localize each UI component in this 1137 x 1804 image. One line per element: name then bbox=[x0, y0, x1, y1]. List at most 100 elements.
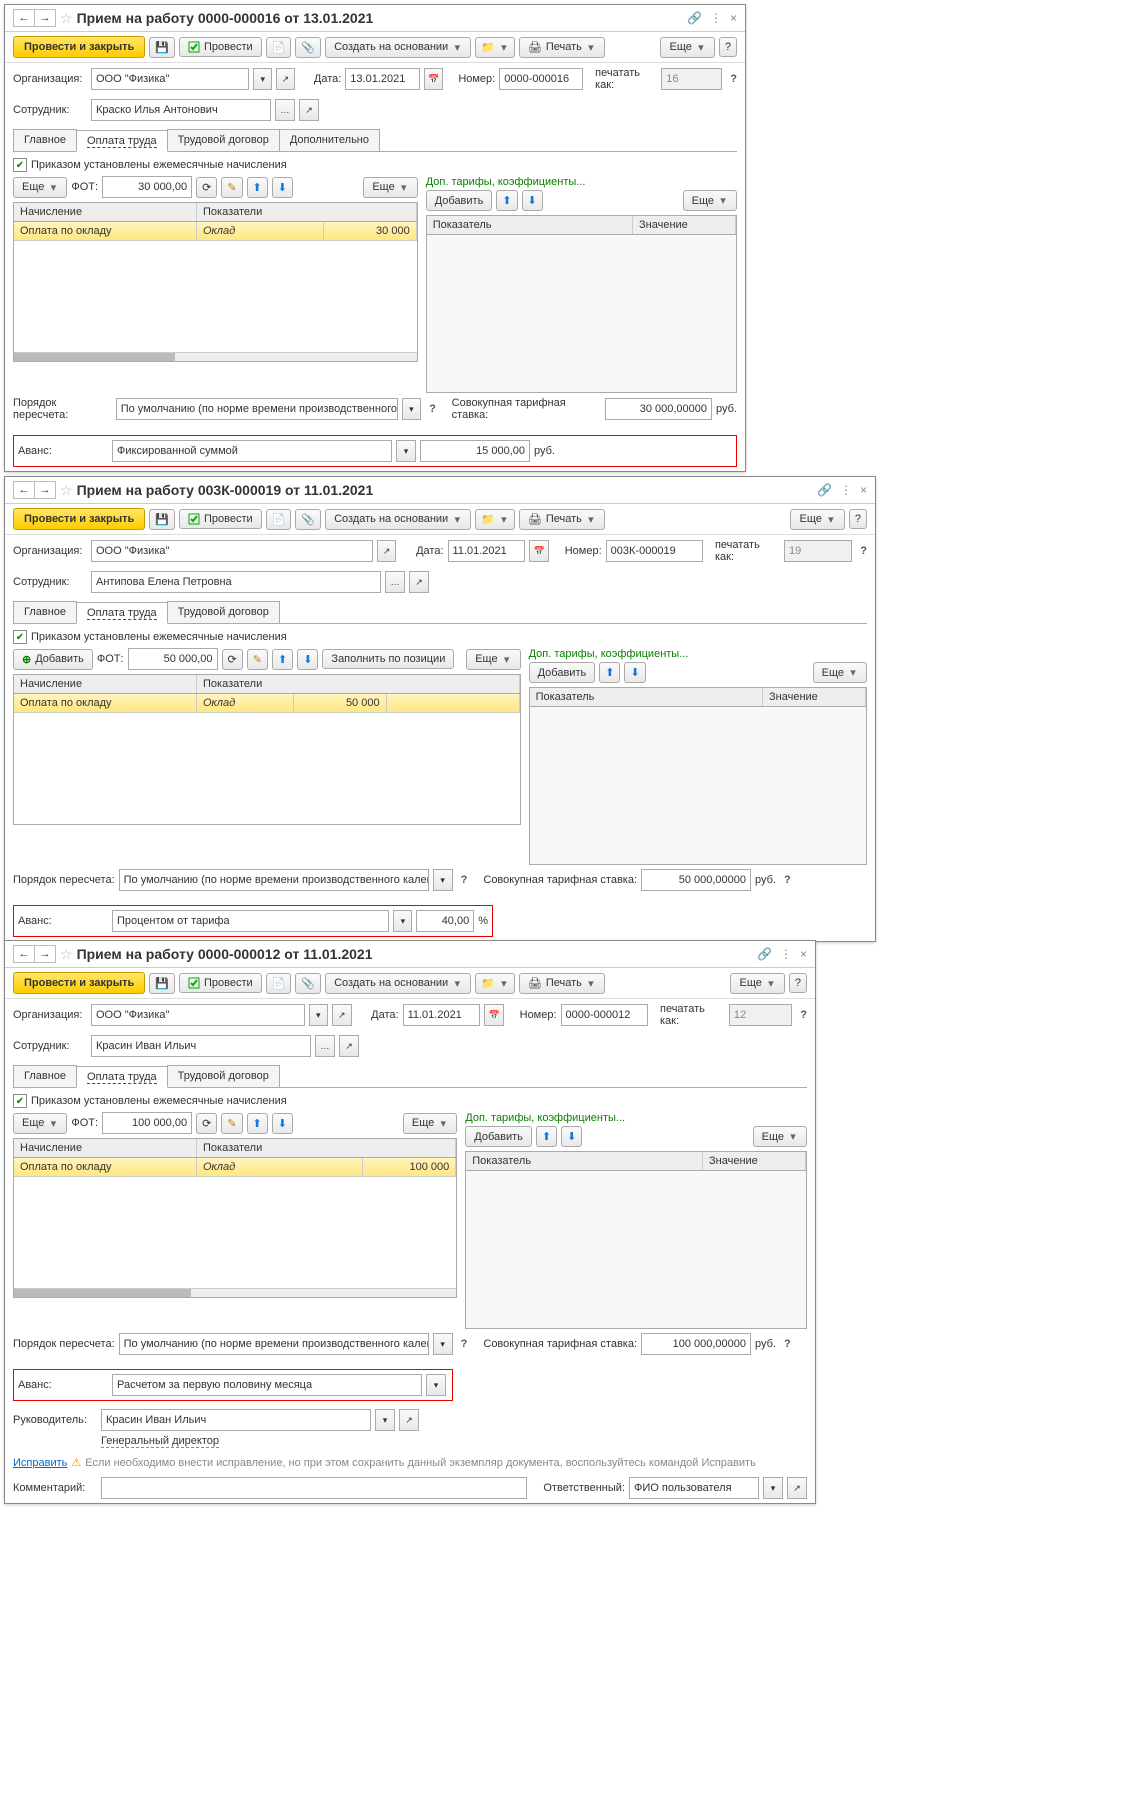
open-icon[interactable]: ↗ bbox=[299, 99, 319, 121]
dop-tarif-link[interactable]: Доп. тарифы, коэффициенты... bbox=[426, 176, 586, 188]
more-button[interactable]: Еще▾ bbox=[466, 649, 520, 670]
up-button[interactable]: ⬆ bbox=[599, 662, 620, 683]
print-button[interactable]: 🖨 Печать▾ bbox=[519, 37, 605, 58]
folder-button[interactable]: 📁▾ bbox=[475, 509, 515, 530]
number-input[interactable]: 0000-000016 bbox=[499, 68, 583, 90]
open-icon[interactable]: ↗ bbox=[339, 1035, 359, 1057]
more-button[interactable]: Еще▾ bbox=[660, 37, 714, 58]
edit-button[interactable]: ✎ bbox=[221, 1113, 242, 1134]
create-based-button[interactable]: Создать на основании▾ bbox=[325, 973, 471, 994]
date-input[interactable]: 13.01.2021 bbox=[345, 68, 420, 90]
help-icon[interactable]: ? bbox=[860, 545, 867, 557]
down-button[interactable]: ⬇ bbox=[561, 1126, 582, 1147]
table-row[interactable]: Оплата по окладу Оклад 30 000 bbox=[14, 222, 417, 241]
tab-pay[interactable]: Оплата труда bbox=[76, 602, 168, 624]
star-icon[interactable]: ☆ bbox=[60, 10, 73, 27]
table-row[interactable]: Оплата по окладу Оклад 50 000 bbox=[14, 694, 520, 713]
dropdown-icon[interactable]: ▾ bbox=[396, 440, 416, 462]
recalc-input[interactable]: По умолчанию (по норме времени производс… bbox=[116, 398, 398, 420]
org-input[interactable]: ООО "Физика" bbox=[91, 540, 373, 562]
post-close-button[interactable]: Провести и закрыть bbox=[13, 36, 145, 58]
doc-button[interactable]: 📄 bbox=[266, 509, 292, 530]
org-input[interactable]: ООО "Физика" bbox=[91, 68, 249, 90]
calendar-icon[interactable]: 📅 bbox=[484, 1004, 503, 1026]
star-icon[interactable]: ☆ bbox=[60, 482, 73, 499]
up-button[interactable]: ⬆ bbox=[496, 190, 517, 211]
save-button[interactable]: 💾 bbox=[149, 509, 175, 530]
ellipsis-icon[interactable]: … bbox=[275, 99, 295, 121]
dropdown-icon[interactable]: ▾ bbox=[763, 1477, 783, 1499]
more-button[interactable]: Еще▾ bbox=[753, 1126, 807, 1147]
help-button[interactable]: ? bbox=[849, 509, 867, 529]
calendar-icon[interactable]: 📅 bbox=[424, 68, 443, 90]
down-button[interactable]: ⬇ bbox=[522, 190, 543, 211]
edit-button[interactable]: ✎ bbox=[247, 649, 268, 670]
add-button[interactable]: ⊕ Добавить bbox=[13, 649, 93, 670]
scrollbar[interactable] bbox=[14, 1288, 456, 1297]
help-icon[interactable]: ? bbox=[461, 1338, 468, 1350]
tab-extra[interactable]: Дополнительно bbox=[279, 129, 380, 151]
save-button[interactable]: 💾 bbox=[149, 37, 175, 58]
emp-input[interactable]: Красин Иван Ильич bbox=[91, 1035, 311, 1057]
refresh-button[interactable]: ⟳ bbox=[196, 177, 217, 198]
dropdown-icon[interactable]: ▾ bbox=[253, 68, 272, 90]
dropdown-icon[interactable]: ▾ bbox=[402, 398, 421, 420]
comment-input[interactable] bbox=[101, 1477, 527, 1499]
tab-main[interactable]: Главное bbox=[13, 129, 77, 151]
down-button[interactable]: ⬇ bbox=[297, 649, 318, 670]
fot-input[interactable]: 30 000,00 bbox=[102, 176, 192, 198]
advance-type-input[interactable]: Фиксированной суммой bbox=[112, 440, 392, 462]
manager-input[interactable]: Красин Иван Ильич bbox=[101, 1409, 371, 1431]
post-close-button[interactable]: Провести и закрыть bbox=[13, 972, 145, 994]
manager-title-link[interactable]: Генеральный директор bbox=[101, 1435, 219, 1448]
add-button[interactable]: Добавить bbox=[465, 1126, 532, 1147]
open-icon[interactable]: ↗ bbox=[409, 571, 429, 593]
dropdown-icon[interactable]: ▾ bbox=[375, 1409, 395, 1431]
open-icon[interactable]: ↗ bbox=[332, 1004, 351, 1026]
menu-icon[interactable]: ⋮ bbox=[710, 11, 722, 25]
monthly-checkbox[interactable]: ✔Приказом установлены ежемесячные начисл… bbox=[13, 158, 287, 172]
menu-icon[interactable]: ⋮ bbox=[780, 947, 792, 961]
ellipsis-icon[interactable]: … bbox=[315, 1035, 335, 1057]
open-icon[interactable]: ↗ bbox=[399, 1409, 419, 1431]
fot-input[interactable]: 100 000,00 bbox=[102, 1112, 192, 1134]
advance-type-input[interactable]: Расчетом за первую половину месяца bbox=[112, 1374, 422, 1396]
emp-input[interactable]: Краско Илья Антонович bbox=[91, 99, 271, 121]
post-button[interactable]: Провести bbox=[179, 37, 262, 57]
number-input[interactable]: 003К-000019 bbox=[606, 540, 703, 562]
tab-pay[interactable]: Оплата труда bbox=[76, 130, 168, 152]
tab-pay[interactable]: Оплата труда bbox=[76, 1066, 168, 1088]
more-button[interactable]: Еще▾ bbox=[813, 662, 867, 683]
cumul-input[interactable]: 100 000,00000 bbox=[641, 1333, 751, 1355]
forward-button[interactable]: → bbox=[34, 481, 56, 499]
up-button[interactable]: ⬆ bbox=[247, 1113, 268, 1134]
advance-value-input[interactable]: 15 000,00 bbox=[420, 440, 530, 462]
dropdown-icon[interactable]: ▾ bbox=[309, 1004, 328, 1026]
up-button[interactable]: ⬆ bbox=[272, 649, 293, 670]
attach-button[interactable]: 📎 bbox=[295, 509, 321, 530]
down-button[interactable]: ⬇ bbox=[624, 662, 645, 683]
close-icon[interactable]: × bbox=[860, 483, 867, 497]
dop-tarif-link[interactable]: Доп. тарифы, коэффициенты... bbox=[529, 648, 689, 660]
link-icon[interactable]: 🔗 bbox=[687, 11, 702, 25]
print-button[interactable]: 🖨 Печать▾ bbox=[519, 973, 605, 994]
more-button[interactable]: Еще▾ bbox=[13, 1113, 67, 1134]
forward-button[interactable]: → bbox=[34, 9, 56, 27]
up-button[interactable]: ⬆ bbox=[536, 1126, 557, 1147]
create-based-button[interactable]: Создать на основании▾ bbox=[325, 37, 471, 58]
dropdown-icon[interactable]: ▾ bbox=[426, 1374, 446, 1396]
number-input[interactable]: 0000-000012 bbox=[561, 1004, 649, 1026]
up-button[interactable]: ⬆ bbox=[247, 177, 268, 198]
dropdown-icon[interactable]: ▾ bbox=[433, 1333, 453, 1355]
ellipsis-icon[interactable]: … bbox=[385, 571, 405, 593]
folder-button[interactable]: 📁▾ bbox=[475, 37, 515, 58]
cumul-input[interactable]: 50 000,00000 bbox=[641, 869, 751, 891]
scrollbar[interactable] bbox=[14, 352, 417, 361]
close-icon[interactable]: × bbox=[800, 947, 807, 961]
edit-button[interactable]: ✎ bbox=[221, 177, 242, 198]
tab-main[interactable]: Главное bbox=[13, 601, 77, 623]
recalc-input[interactable]: По умолчанию (по норме времени производс… bbox=[119, 1333, 429, 1355]
open-icon[interactable]: ↗ bbox=[377, 540, 396, 562]
add-button[interactable]: Добавить bbox=[529, 662, 596, 683]
back-button[interactable]: ← bbox=[13, 945, 35, 963]
